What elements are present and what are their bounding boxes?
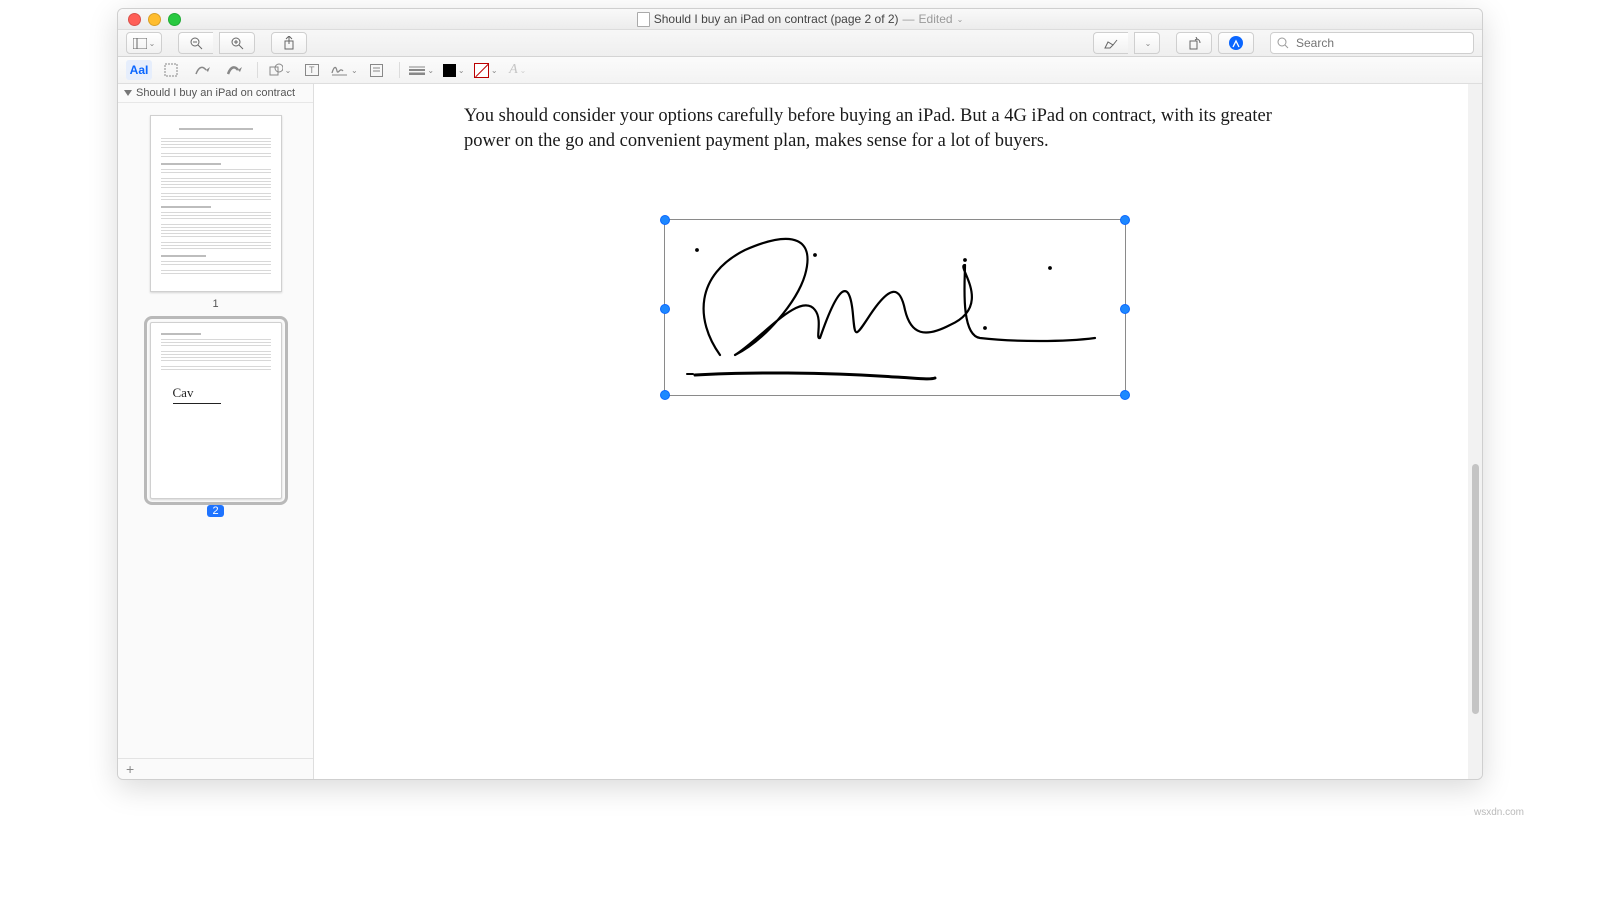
line-weight-icon	[409, 65, 425, 75]
scroll-thumb[interactable]	[1472, 464, 1479, 714]
signature-mini-icon: Cav	[173, 385, 194, 401]
window-title: Should I buy an iPad on contract (page 2…	[654, 12, 899, 26]
zoom-in-icon	[231, 37, 244, 50]
svg-text:T: T	[309, 65, 315, 75]
zoom-out-icon	[190, 37, 203, 50]
divider	[257, 62, 258, 78]
resize-handle[interactable]	[1120, 304, 1130, 314]
resize-handle[interactable]	[1120, 390, 1130, 400]
color-swatch-black	[443, 64, 456, 77]
sidebar-icon	[133, 38, 147, 49]
sign-button[interactable]: ⌄	[331, 60, 358, 80]
preview-window: Should I buy an iPad on contract (page 2…	[117, 8, 1483, 780]
signature-icon	[331, 63, 349, 77]
draw-icon	[227, 64, 243, 76]
watermark: wsxdn.com	[1474, 807, 1524, 818]
resize-handle[interactable]	[660, 304, 670, 314]
resize-handle[interactable]	[1120, 215, 1130, 225]
title-separator: —	[903, 12, 915, 26]
rect-select-icon	[164, 63, 178, 77]
search-icon	[1277, 37, 1289, 49]
font-style-button[interactable]: A ⌄	[505, 60, 531, 80]
chevron-down-icon: ⌄	[458, 66, 465, 75]
note-icon	[370, 64, 383, 77]
search-field[interactable]	[1270, 32, 1474, 54]
color-swatch-outline	[474, 63, 489, 78]
marker-icon	[1104, 37, 1118, 49]
thumbnails-sidebar: Should I buy an iPad on contract	[118, 84, 314, 779]
resize-handle[interactable]	[660, 215, 670, 225]
shapes-icon	[269, 63, 283, 77]
text-style-button[interactable]: AaI	[126, 60, 152, 80]
shapes-button[interactable]: ⌄	[267, 60, 293, 80]
signature-line-mini	[173, 403, 221, 404]
minimize-window-button[interactable]	[148, 13, 161, 26]
sketch-tool-button[interactable]	[190, 60, 216, 80]
document-page: You should consider your options careful…	[314, 84, 1468, 779]
border-style-button[interactable]: ⌄	[409, 60, 435, 80]
draw-tool-button[interactable]	[222, 60, 248, 80]
text-box-icon: T	[305, 64, 319, 76]
signature-glyph	[665, 220, 1125, 395]
disclosure-triangle-icon	[124, 90, 132, 96]
chevron-down-icon: ⌄	[427, 66, 434, 75]
chevron-down-icon: ⌄	[491, 66, 498, 75]
document-canvas[interactable]: You should consider your options careful…	[314, 84, 1482, 779]
outline-title: Should I buy an iPad on contract	[136, 87, 295, 99]
close-window-button[interactable]	[128, 13, 141, 26]
page-number-1: 1	[118, 298, 313, 310]
chevron-down-icon: ⌄	[1145, 39, 1152, 48]
page-thumbnail-2[interactable]: Cav	[150, 322, 282, 499]
body-paragraph: You should consider your options careful…	[464, 104, 1308, 154]
rotate-button[interactable]	[1176, 32, 1212, 54]
fullscreen-window-button[interactable]	[168, 13, 181, 26]
annotation-toolbar: AaI ⌄ T ⌄ ⌄ ⌄	[118, 57, 1482, 84]
highlight-menu-button[interactable]: ⌄	[1134, 32, 1160, 54]
chevron-down-icon: ⌄	[149, 39, 156, 48]
markup-toggle-button[interactable]	[1218, 32, 1254, 54]
share-button[interactable]	[271, 32, 307, 54]
main-toolbar: ⌄ ⌄	[118, 30, 1482, 57]
outline-header[interactable]: Should I buy an iPad on contract	[118, 84, 313, 103]
add-page-button[interactable]: +	[126, 761, 134, 777]
page-number-2: 2	[207, 505, 223, 517]
sidebar-view-button[interactable]: ⌄	[126, 32, 162, 54]
font-icon: A	[509, 62, 518, 78]
title-dropdown-icon[interactable]: ⌄	[957, 15, 964, 24]
chevron-down-icon: ⌄	[351, 66, 358, 75]
border-color-button[interactable]: ⌄	[441, 60, 467, 80]
markup-icon	[1229, 36, 1243, 50]
signature-annotation[interactable]	[664, 219, 1126, 396]
zoom-in-button[interactable]	[219, 32, 255, 54]
titlebar: Should I buy an iPad on contract (page 2…	[118, 9, 1482, 30]
divider	[399, 62, 400, 78]
page-thumbnail-1[interactable]	[150, 115, 282, 292]
note-button[interactable]	[364, 60, 390, 80]
text-box-button[interactable]: T	[299, 60, 325, 80]
text-style-label: AaI	[130, 63, 149, 77]
resize-handle[interactable]	[660, 390, 670, 400]
rotate-icon	[1188, 37, 1201, 50]
doc-icon	[637, 12, 650, 27]
sketch-icon	[195, 64, 211, 76]
chevron-down-icon: ⌄	[285, 66, 292, 75]
fill-color-button[interactable]: ⌄	[473, 60, 499, 80]
vertical-scrollbar[interactable]	[1470, 84, 1480, 779]
search-input[interactable]	[1294, 35, 1467, 51]
share-icon	[283, 36, 295, 50]
chevron-down-icon: ⌄	[520, 66, 527, 75]
selection-tool-button[interactable]	[158, 60, 184, 80]
edited-state: Edited	[919, 12, 953, 26]
zoom-out-button[interactable]	[178, 32, 213, 54]
highlight-button[interactable]	[1093, 32, 1128, 54]
